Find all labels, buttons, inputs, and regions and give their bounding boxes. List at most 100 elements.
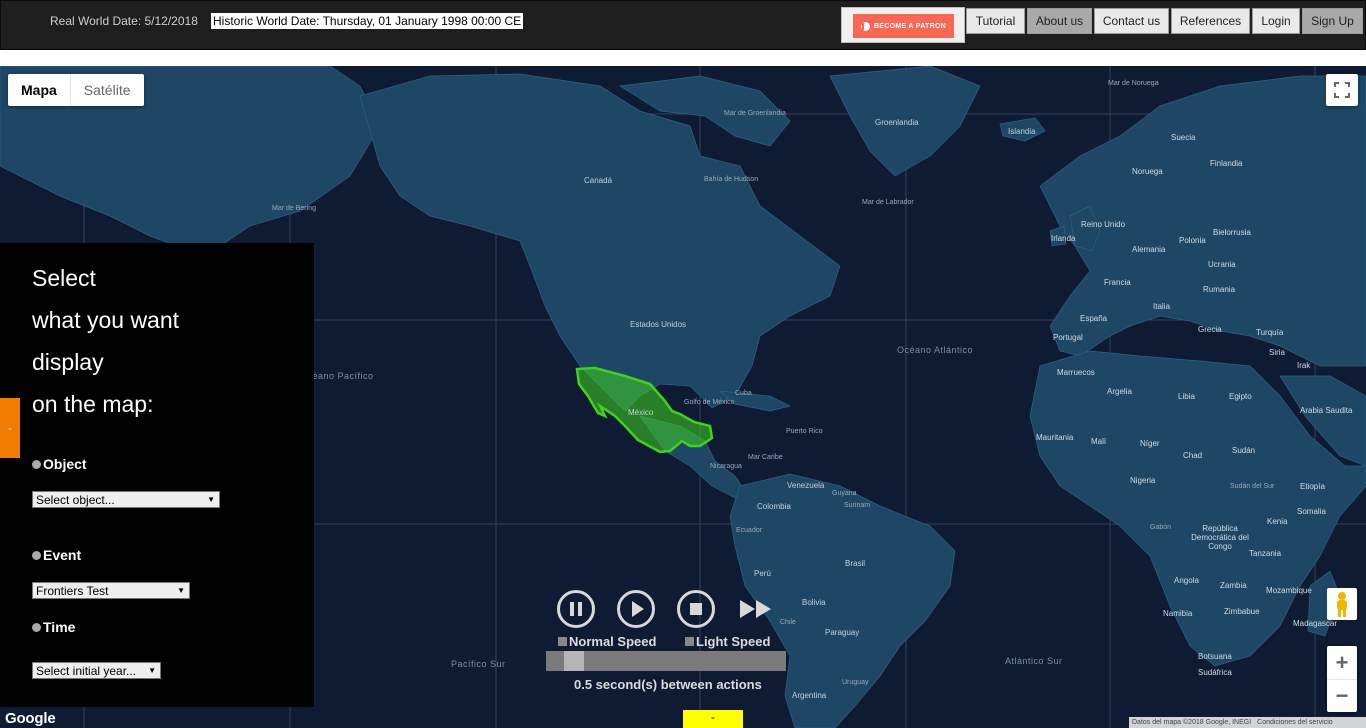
object-radio[interactable] xyxy=(32,459,41,469)
label-angola: Angola xyxy=(1174,576,1199,585)
label-nigeria: Nigeria xyxy=(1130,476,1156,485)
nav-login[interactable]: Login xyxy=(1252,8,1300,34)
dropdown-arrow-icon: ▼ xyxy=(148,666,156,675)
patron-container: BECOME A PATRON xyxy=(841,7,965,43)
label-mar-bering: Mar de Bering xyxy=(272,205,316,212)
object-select[interactable]: Select object... ▼ xyxy=(32,491,220,508)
fullscreen-button[interactable] xyxy=(1326,74,1358,106)
panel-collapse-tab[interactable]: - xyxy=(0,398,20,458)
label-bielorrusia: Bielorrusia xyxy=(1213,228,1251,237)
patreon-icon xyxy=(860,21,870,31)
label-marruecos: Marruecos xyxy=(1057,368,1095,377)
patron-label: BECOME A PATRON xyxy=(873,22,947,30)
nav-tutorial[interactable]: Tutorial xyxy=(966,8,1025,34)
label-francia: Francia xyxy=(1104,278,1131,287)
label-puerto-rico: Puerto Rico xyxy=(786,428,823,435)
label-groenlandia: Groenlandia xyxy=(875,118,919,127)
label-mauritania: Mauritania xyxy=(1036,433,1074,442)
label-mar-labrador: Mar de Labrador xyxy=(862,199,914,206)
label-espana: España xyxy=(1080,314,1108,323)
street-view-pegman[interactable] xyxy=(1327,588,1357,620)
normal-speed-option[interactable]: Normal Speed xyxy=(558,634,656,649)
event-label: Event xyxy=(43,547,82,563)
event-select-value: Frontiers Test xyxy=(36,583,109,598)
pause-icon xyxy=(570,602,582,616)
normal-speed-checkbox[interactable] xyxy=(558,637,567,646)
top-bar: Real World Date: 5/12/2018 Historic Worl… xyxy=(0,0,1366,50)
dropdown-arrow-icon: ▼ xyxy=(177,586,185,595)
label-oceano-atlantico: Océano Atlántico xyxy=(897,345,974,355)
label-estados-unidos: Estados Unidos xyxy=(630,320,687,329)
nav-contact-us[interactable]: Contact us xyxy=(1094,8,1169,34)
nav-about-us[interactable]: About us xyxy=(1027,8,1092,34)
label-peru: Perú xyxy=(754,569,771,578)
timeline-toggle-tab[interactable]: - xyxy=(683,710,743,728)
label-colombia: Colombia xyxy=(757,502,791,511)
event-select[interactable]: Frontiers Test ▼ xyxy=(32,582,190,599)
stop-icon xyxy=(690,603,702,615)
label-finlandia: Finlandia xyxy=(1210,159,1243,168)
time-radio[interactable] xyxy=(32,622,41,632)
real-world-date: Real World Date: 5/12/2018 xyxy=(50,14,198,28)
panel-title-line: on the map: xyxy=(32,391,154,417)
label-mali: Malí xyxy=(1091,437,1107,446)
map-type-map-button[interactable]: Mapa xyxy=(8,74,70,106)
google-logo: Google xyxy=(5,710,56,727)
pause-button[interactable] xyxy=(557,590,595,628)
label-sudan: Sudán xyxy=(1232,446,1256,455)
historic-world-date: Historic World Date: Thursday, 01 Januar… xyxy=(211,13,524,29)
stop-button[interactable] xyxy=(677,590,715,628)
map-type-satellite-button[interactable]: Satélite xyxy=(69,74,144,106)
label-niger: Níger xyxy=(1140,439,1160,448)
time-label: Time xyxy=(43,619,76,635)
label-portugal: Portugal xyxy=(1053,333,1083,342)
light-speed-option[interactable]: Light Speed xyxy=(685,634,770,649)
label-botsuana: Botsuana xyxy=(1198,652,1232,661)
speed-slider-thumb[interactable] xyxy=(563,651,584,671)
become-patron-button[interactable]: BECOME A PATRON xyxy=(853,14,954,38)
event-radio[interactable] xyxy=(32,550,41,560)
zoom-out-button[interactable]: − xyxy=(1327,679,1357,712)
play-button[interactable] xyxy=(617,590,655,628)
selection-panel: Select what you want display on the map:… xyxy=(0,243,314,707)
label-reino-unido: Reino Unido xyxy=(1081,220,1126,229)
label-cuba: Cuba xyxy=(735,390,752,397)
label-zimbabue: Zimbabue xyxy=(1224,607,1260,616)
panel-title-line: Select xyxy=(32,265,96,291)
label-alemania: Alemania xyxy=(1132,245,1166,254)
label-chad: Chad xyxy=(1183,451,1203,460)
label-etiopia: Etiopía xyxy=(1300,482,1325,491)
label-gabon: Gabón xyxy=(1150,524,1172,531)
label-zambia: Zambia xyxy=(1220,581,1247,590)
label-argelia: Argelia xyxy=(1107,387,1132,396)
label-turquia: Turquía xyxy=(1256,328,1284,337)
attribution-terms-link[interactable]: Condiciones del servicio xyxy=(1257,719,1332,726)
dropdown-arrow-icon: ▼ xyxy=(207,495,215,504)
time-select-value: Select initial year... xyxy=(36,663,137,678)
label-ecuador: Ecuador xyxy=(736,527,763,534)
pegman-icon xyxy=(1337,592,1347,617)
label-polonia: Polonia xyxy=(1179,236,1206,245)
panel-title-line: display xyxy=(32,349,104,375)
event-section[interactable]: Event xyxy=(32,547,81,563)
object-section[interactable]: Object xyxy=(32,456,87,472)
time-select[interactable]: Select initial year... ▼ xyxy=(32,662,161,679)
label-tanzania: Tanzania xyxy=(1249,549,1282,558)
label-mar-caribe: Mar Caribe xyxy=(748,454,783,461)
label-bolivia: Bolivia xyxy=(802,598,826,607)
label-brasil: Brasil xyxy=(845,559,866,568)
label-irlanda: Irlanda xyxy=(1051,234,1076,243)
label-mozambique: Mozambique xyxy=(1266,586,1312,595)
label-noruega: Noruega xyxy=(1132,167,1163,176)
nav-sign-up[interactable]: Sign Up xyxy=(1302,8,1363,34)
label-venezuela: Venezuela xyxy=(787,481,825,490)
play-icon xyxy=(632,601,644,617)
zoom-in-button[interactable]: + xyxy=(1327,646,1357,679)
label-mar-groenlandia: Mar de Groenlandia xyxy=(724,110,786,117)
object-label: Object xyxy=(43,456,87,472)
light-speed-checkbox[interactable] xyxy=(685,637,694,646)
fast-forward-icon[interactable] xyxy=(738,598,774,620)
time-section[interactable]: Time xyxy=(32,619,75,635)
label-islandia: Islandia xyxy=(1008,127,1036,136)
nav-references[interactable]: References xyxy=(1171,8,1250,34)
